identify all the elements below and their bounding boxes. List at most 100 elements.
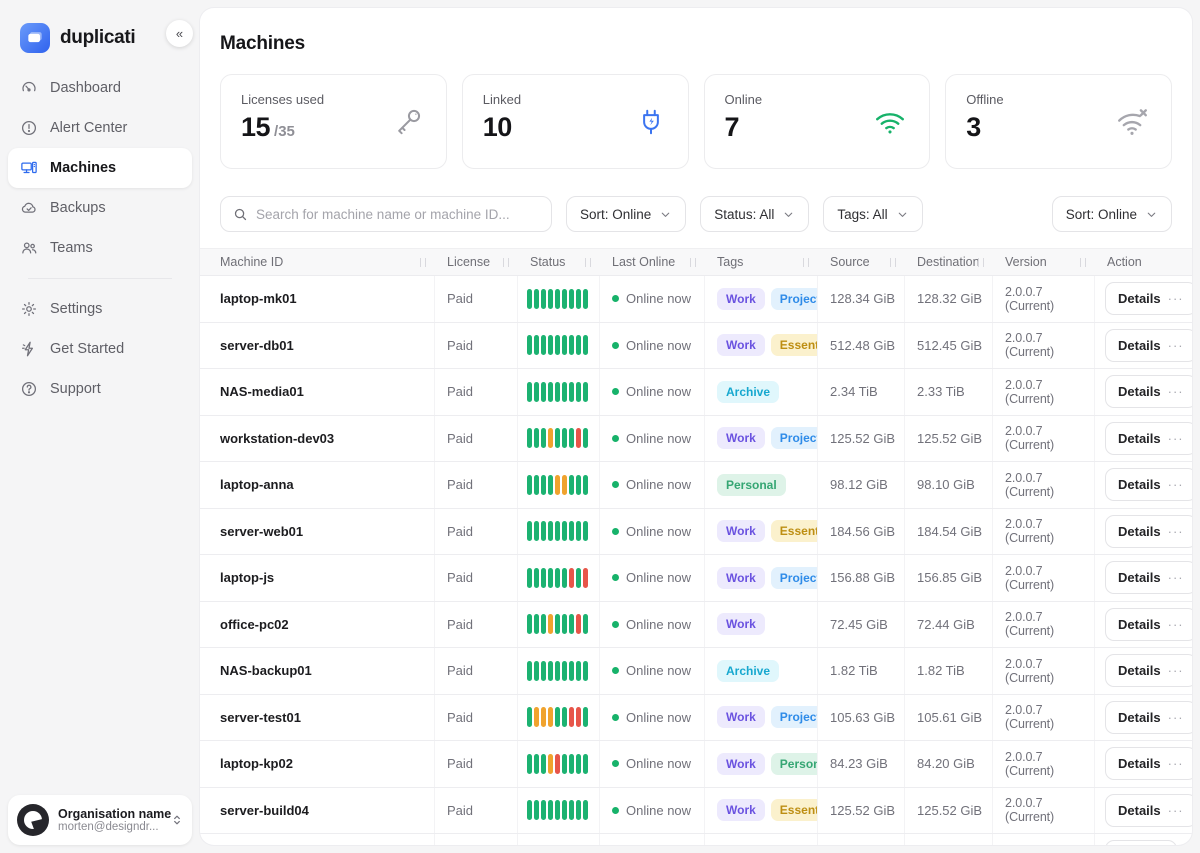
sidebar-item-machines[interactable]: Machines: [8, 148, 192, 188]
status-bar: [562, 521, 567, 541]
license: Paid: [435, 369, 518, 415]
status-bar: [527, 661, 532, 681]
column-header-action[interactable]: Action: [1095, 249, 1192, 275]
status-bar: [583, 428, 588, 448]
details-button[interactable]: [1105, 840, 1177, 845]
column-header-destination[interactable]: Destination: [905, 249, 993, 275]
destination: 125.52 GiB: [905, 416, 993, 462]
status-bar: [569, 614, 574, 634]
ellipsis-icon: ···: [1168, 756, 1184, 771]
sidebar-item-get-started[interactable]: Get Started: [8, 329, 192, 369]
last-online-label: Online now: [626, 477, 691, 492]
details-button[interactable]: Details ···: [1105, 468, 1192, 501]
details-button[interactable]: Details ···: [1105, 608, 1192, 641]
last-online-label: Online now: [626, 756, 691, 771]
sidebar-item-backups[interactable]: Backups: [8, 188, 192, 228]
sidebar-item-label: Machines: [50, 160, 116, 176]
tags-cell: WorkPersonal: [705, 741, 818, 787]
online-dot: [612, 714, 619, 721]
status-bar: [548, 707, 553, 727]
chevron-down-icon: [896, 208, 909, 221]
details-label: Details: [1118, 803, 1161, 818]
tags-cell: Archive: [705, 369, 818, 415]
destination: 1.82 TiB: [905, 648, 993, 694]
table-row: laptop-js Paid Online now WorkProjects 1…: [200, 555, 1192, 602]
table-row: laptop-mk01 Paid Online now WorkProjects…: [200, 276, 1192, 323]
ellipsis-icon: ···: [1168, 710, 1184, 725]
status-bar: [527, 289, 532, 309]
source: 125.52 GiB: [818, 416, 905, 462]
table-row-partial: [200, 834, 1192, 845]
online-dot: [612, 807, 619, 814]
tag-projects: Projects: [771, 567, 818, 589]
last-online-label: Online now: [626, 663, 691, 678]
source: 2.34 TiB: [818, 369, 905, 415]
column-header-tags[interactable]: Tags: [705, 249, 818, 275]
organisation-switcher[interactable]: Organisation name morten@designdr...: [8, 795, 192, 845]
details-label: Details: [1118, 570, 1161, 585]
tags-cell: WorkEssential: [705, 323, 818, 369]
column-header-license[interactable]: License: [435, 249, 518, 275]
tag-work: Work: [717, 613, 765, 635]
details-button[interactable]: Details ···: [1105, 794, 1192, 827]
gauge-icon: [20, 79, 38, 97]
column-header-source[interactable]: Source: [818, 249, 905, 275]
version: 2.0.0.7 (Current): [993, 276, 1095, 322]
last-online-label: Online now: [626, 524, 691, 539]
sort-dropdown-right[interactable]: Sort: Online: [1052, 196, 1172, 232]
details-button[interactable]: Details ···: [1105, 747, 1192, 780]
ellipsis-icon: ···: [1168, 477, 1184, 492]
stat-value: 15: [241, 112, 270, 143]
stat-suffix: /35: [274, 123, 295, 140]
column-header-status[interactable]: Status: [518, 249, 600, 275]
details-button[interactable]: Details ···: [1105, 515, 1192, 548]
machines-table: Machine ID License Status Last Online Ta…: [200, 248, 1192, 845]
column-header-version[interactable]: Version: [993, 249, 1095, 275]
tags-cell: WorkProjects: [705, 416, 818, 462]
status-bar: [576, 707, 581, 727]
tags-dropdown[interactable]: Tags: All: [823, 196, 922, 232]
table-row: office-pc02 Paid Online now Work 72.45 G…: [200, 602, 1192, 649]
license: Paid: [435, 555, 518, 601]
sidebar-item-alert-center[interactable]: Alert Center: [8, 108, 192, 148]
tag-essential: Essential: [771, 799, 818, 821]
details-button[interactable]: Details ···: [1105, 282, 1192, 315]
status-bar: [569, 800, 574, 820]
search-box[interactable]: [220, 196, 552, 232]
status-bar: [562, 335, 567, 355]
sidebar-item-teams[interactable]: Teams: [8, 228, 192, 268]
details-button[interactable]: Details ···: [1105, 375, 1192, 408]
details-label: Details: [1118, 477, 1161, 492]
status-bar: [527, 614, 532, 634]
column-header-machine-id[interactable]: Machine ID: [200, 249, 435, 275]
status-bar: [569, 707, 574, 727]
online-dot: [612, 342, 619, 349]
status-bar: [541, 661, 546, 681]
machine-id: office-pc02: [200, 602, 435, 648]
status-bar: [541, 428, 546, 448]
sidebar-collapse-button[interactable]: «: [166, 20, 193, 47]
details-button[interactable]: Details ···: [1105, 561, 1192, 594]
status-bar: [534, 289, 539, 309]
status-bar: [534, 475, 539, 495]
sort-dropdown[interactable]: Sort: Online: [566, 196, 686, 232]
details-button[interactable]: Details ···: [1105, 654, 1192, 687]
column-header-last-online[interactable]: Last Online: [600, 249, 705, 275]
sidebar-item-support[interactable]: Support: [8, 369, 192, 409]
destination: 2.33 TiB: [905, 369, 993, 415]
status-bar: [541, 521, 546, 541]
version: 2.0.0.7 (Current): [993, 509, 1095, 555]
machine-id: NAS-backup01: [200, 648, 435, 694]
details-button[interactable]: Details ···: [1105, 701, 1192, 734]
search-input[interactable]: [256, 207, 539, 222]
status-bar: [534, 428, 539, 448]
details-button[interactable]: Details ···: [1105, 422, 1192, 455]
status-bar: [527, 707, 532, 727]
ellipsis-icon: ···: [1168, 431, 1184, 446]
tag-essential: Essential: [771, 334, 818, 356]
status-dropdown[interactable]: Status: All: [700, 196, 809, 232]
details-button[interactable]: Details ···: [1105, 329, 1192, 362]
sidebar-item-settings[interactable]: Settings: [8, 289, 192, 329]
sidebar-item-dashboard[interactable]: Dashboard: [8, 68, 192, 108]
organisation-name: Organisation name: [58, 807, 161, 821]
